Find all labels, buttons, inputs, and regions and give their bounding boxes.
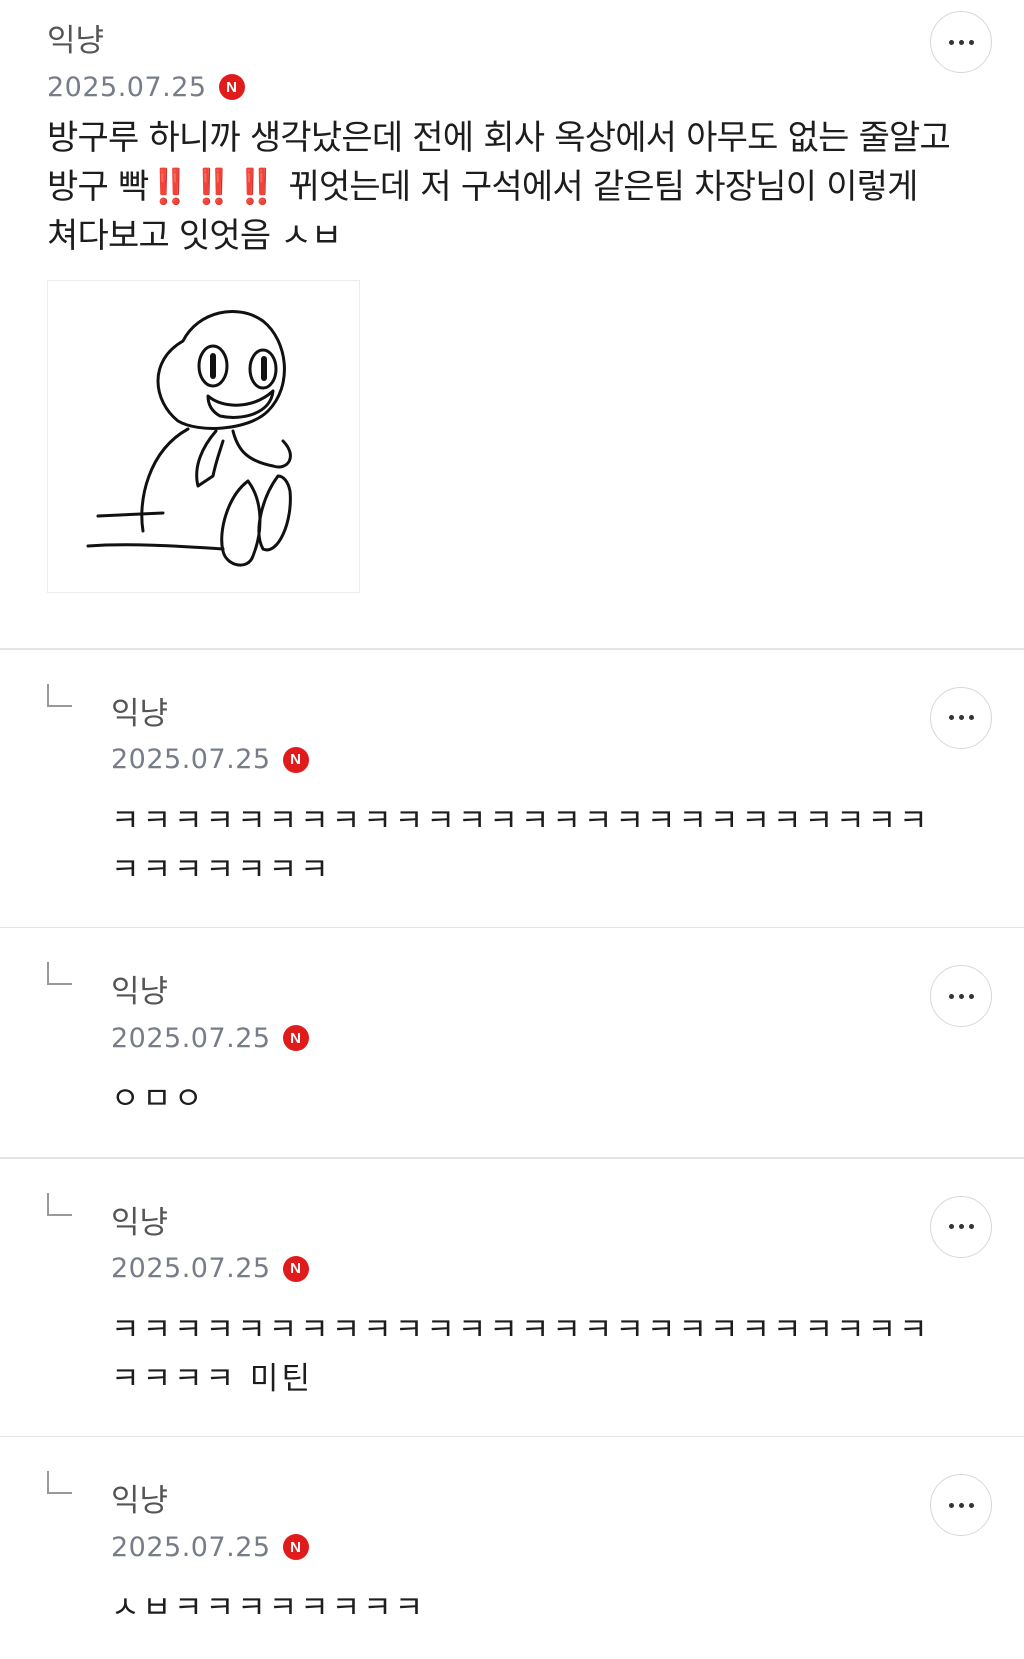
- post-author[interactable]: 익냥: [47, 22, 1024, 62]
- more-dot: [968, 39, 974, 45]
- more-dot: [968, 993, 974, 999]
- more-dot: [958, 993, 964, 999]
- comment-more-button[interactable]: [930, 686, 992, 749]
- post-meta: 2025.07.25 N: [47, 70, 1024, 104]
- comment-author[interactable]: 익냥: [111, 695, 1024, 735]
- post-date: 2025.07.25: [47, 71, 207, 103]
- comment-text: ㅋㅋㅋㅋㅋㅋㅋㅋㅋㅋㅋㅋㅋㅋㅋㅋㅋㅋㅋㅋㅋㅋㅋㅋㅋㅋㅋㅋㅋㅋ 미틴: [111, 1311, 931, 1397]
- comment-text: ㅅㅂㅋㅋㅋㅋㅋㅋㅋㅋ: [111, 1590, 427, 1626]
- more-dot: [948, 715, 954, 720]
- comment-item: 익냥 2025.07.25 N ㅋㅋㅋㅋㅋㅋㅋㅋㅋㅋㅋㅋㅋㅋㅋㅋㅋㅋㅋㅋㅋㅋㅋㅋ…: [0, 1159, 1024, 1436]
- reply-arrow-icon: [47, 962, 72, 985]
- new-badge-icon: N: [282, 1025, 309, 1051]
- new-badge-icon: N: [282, 1255, 309, 1282]
- more-dot: [968, 1224, 974, 1229]
- comment-more-button[interactable]: [930, 1195, 992, 1258]
- more-dot: [948, 993, 954, 999]
- comment-meta: 2025.07.25 N: [111, 1530, 1024, 1564]
- more-dot: [958, 1224, 964, 1229]
- comment-date: 2025.07.25: [111, 1022, 271, 1054]
- comment-more-button[interactable]: [930, 1474, 992, 1536]
- comment-date: 2025.07.25: [111, 744, 271, 775]
- more-dot: [948, 1224, 954, 1229]
- comment-text: ㅋㅋㅋㅋㅋㅋㅋㅋㅋㅋㅋㅋㅋㅋㅋㅋㅋㅋㅋㅋㅋㅋㅋㅋㅋㅋㅋㅋㅋㅋㅋㅋㅋ: [111, 802, 931, 888]
- post-body: 방구루 하니까 생각났은데 전에 회사 옥상에서 아무도 없는 줄알고 방구 빡…: [47, 114, 1024, 261]
- comment-author[interactable]: 익냥: [111, 1482, 1024, 1522]
- comment-item: 익냥 2025.07.25 N ㅇㅁㅇ: [0, 928, 1024, 1157]
- comment-author[interactable]: 익냥: [111, 973, 1024, 1013]
- post: 익냥 2025.07.25 N 방구루 하니까 생각났은데 전에 회사 옥상에서…: [0, 0, 1024, 648]
- comment-author[interactable]: 익냥: [111, 1204, 1024, 1244]
- reply-arrow-icon: [47, 683, 72, 707]
- comment-date: 2025.07.25: [111, 1253, 271, 1284]
- comment-more-button[interactable]: [930, 965, 992, 1027]
- reply-arrow-icon: [47, 1471, 72, 1494]
- post-image[interactable]: [47, 280, 360, 593]
- more-dot: [958, 715, 964, 720]
- comment-date: 2025.07.25: [111, 1531, 271, 1563]
- more-dot: [958, 1502, 964, 1508]
- comment-meta: 2025.07.25 N: [111, 1252, 1024, 1286]
- more-dot: [958, 39, 964, 45]
- doodle-figure-image: [86, 309, 292, 567]
- comment-text: ㅇㅁㅇ: [111, 1081, 206, 1117]
- comment-meta: 2025.07.25 N: [111, 743, 1024, 777]
- comment-item: 익냥 2025.07.25 N ㅅㅂㅋㅋㅋㅋㅋㅋㅋㅋ: [0, 1437, 1024, 1657]
- more-dot: [968, 715, 974, 720]
- more-dot: [968, 1502, 974, 1508]
- comment-item: 익냥 2025.07.25 N ㅋㅋㅋㅋㅋㅋㅋㅋㅋㅋㅋㅋㅋㅋㅋㅋㅋㅋㅋㅋㅋㅋㅋㅋ…: [0, 650, 1024, 927]
- new-badge-icon: N: [218, 74, 245, 100]
- reply-arrow-icon: [47, 1192, 72, 1216]
- new-badge-icon: N: [282, 1534, 309, 1560]
- post-emphasis: ‼️‼️‼️: [148, 167, 279, 207]
- post-more-button[interactable]: [930, 11, 992, 73]
- more-dot: [948, 1502, 954, 1508]
- comment-meta: 2025.07.25 N: [111, 1021, 1024, 1055]
- new-badge-icon: N: [282, 746, 309, 773]
- more-dot: [948, 39, 954, 45]
